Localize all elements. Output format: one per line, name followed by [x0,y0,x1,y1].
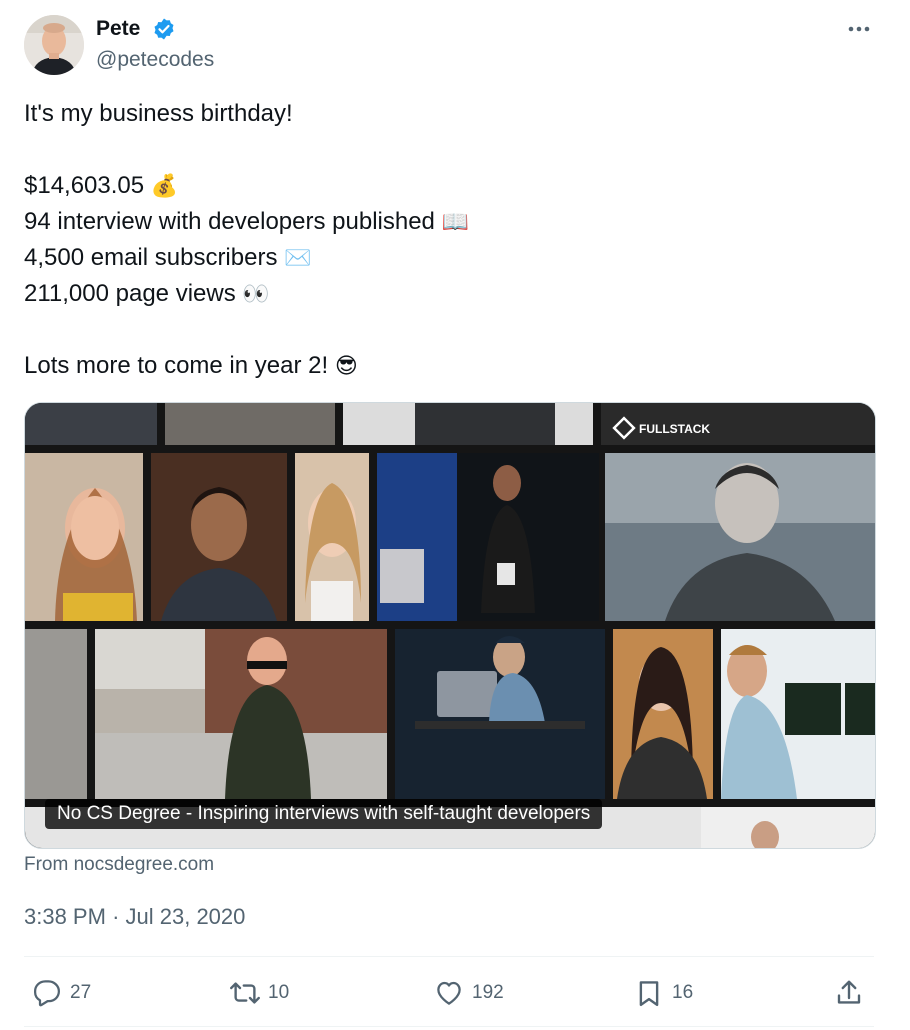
retweet-button[interactable]: 10 [230,976,289,1010]
like-button[interactable]: 192 [434,976,504,1010]
retweet-icon [230,982,260,1004]
tweet-text-line: It's my business birthday! [24,99,293,129]
avatar[interactable] [24,15,84,75]
share-button[interactable] [834,976,864,1010]
tweet-text: $14,603.05 [24,172,145,199]
tweet-text-line: 211,000 page views 👀 [24,279,270,310]
tweet-text: 211,000 page views [24,280,236,307]
user-handle[interactable]: @petecodes [96,47,214,73]
tweet-text-line: 94 interview with developers published 📖 [24,207,469,238]
display-name[interactable]: Pete [96,16,140,42]
card-title: No CS Degree - Inspiring interviews with… [45,799,603,829]
tweet-text-line: Lots more to come in year 2! 😎 [24,351,358,382]
divider [24,1026,874,1027]
tweet-text: 4,500 email subscribers [24,244,278,271]
share-icon [837,980,861,1004]
retweet-count: 10 [268,982,290,1003]
reply-count: 27 [70,982,92,1003]
sunglasses-emoji: 😎 [334,354,358,379]
heart-icon [437,981,461,1005]
bookmark-count: 16 [672,982,694,1003]
card-source-link[interactable]: From nocsdegree.com [24,853,214,877]
tweet-time[interactable]: 3:38 PM [24,904,106,929]
open-book-emoji: 📖 [441,210,469,235]
verified-badge-icon[interactable] [152,17,176,41]
more-options-icon[interactable] [842,16,876,44]
reply-icon [34,980,60,1007]
tweet-text-line: 4,500 email subscribers ✉️ [24,243,312,274]
bookmark-icon [639,981,659,1007]
like-count: 192 [472,982,504,1003]
timestamp-separator: · [112,904,120,929]
divider [24,956,874,957]
tweet-text: 94 interview with developers published [24,208,435,235]
tweet-text-line: $14,603.05 💰 [24,171,178,202]
tweet: Pete @petecodes It's my business birthda… [0,0,910,1030]
money-bag-emoji: 💰 [150,174,179,199]
tweet-timestamp: 3:38 PM · Jul 23, 2020 [24,903,245,931]
eyes-emoji: 👀 [242,282,270,307]
tweet-text: Lots more to come in year 2! [24,352,329,379]
link-card[interactable]: FULLSTACK No CS Degree - Inspiring inter… [24,402,876,849]
tweet-text: It's my business birthday! [24,100,293,127]
bookmark-button[interactable]: 16 [634,976,693,1010]
card-logo-text: FULLSTACK [639,422,710,436]
tweet-date[interactable]: Jul 23, 2020 [126,904,246,929]
avatar-image [24,15,84,75]
card-image-collage: FULLSTACK [25,403,875,848]
reply-button[interactable]: 27 [32,976,91,1010]
envelope-emoji: ✉️ [284,246,312,271]
